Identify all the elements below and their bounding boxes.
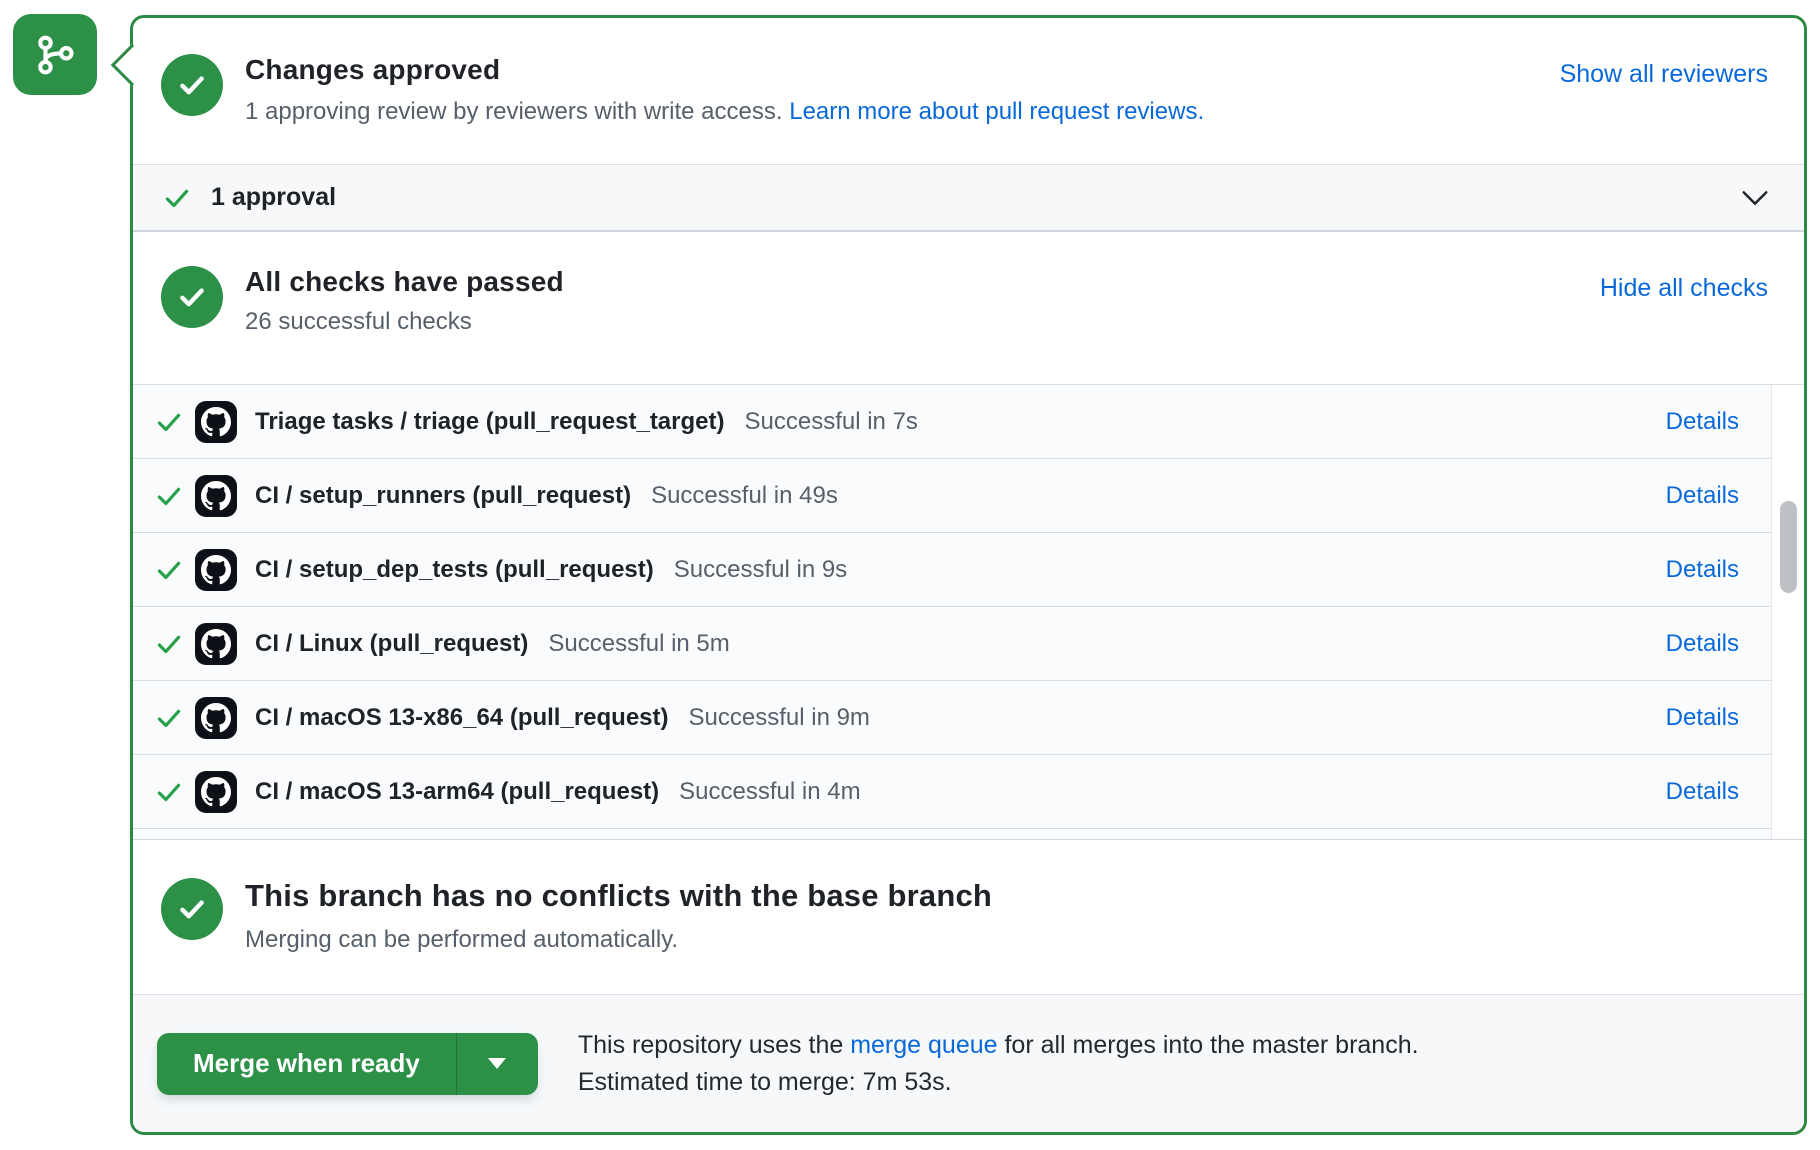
check-row: CI / Linux (pull_request) Successful in … <box>133 607 1771 681</box>
review-status-text: Changes approved 1 approving review by r… <box>245 54 1204 164</box>
check-status: Successful in 9s <box>674 556 847 584</box>
check-circle-icon <box>161 878 223 940</box>
approval-summary-label: 1 approval <box>211 183 336 212</box>
check-row: Triage tasks / triage (pull_request_targ… <box>133 385 1771 459</box>
checks-status-text: All checks have passed 26 successful che… <box>245 266 564 384</box>
check-status: Successful in 5m <box>548 630 729 658</box>
check-icon <box>155 630 185 658</box>
github-actions-avatar <box>195 401 237 443</box>
check-status: Successful in 49s <box>651 482 838 510</box>
checks-scroll-viewport[interactable]: Triage tasks / triage (pull_request_targ… <box>133 385 1772 839</box>
chevron-down-icon[interactable] <box>1740 188 1770 208</box>
details-link[interactable]: Details <box>1666 408 1739 436</box>
conflicts-status-section: This branch has no conflicts with the ba… <box>133 840 1804 994</box>
check-status: Successful in 9m <box>689 704 870 732</box>
checks-status-section: All checks have passed 26 successful che… <box>133 232 1804 384</box>
check-icon <box>155 704 185 732</box>
show-all-reviewers-link[interactable]: Show all reviewers <box>1560 60 1768 89</box>
check-icon <box>155 482 185 510</box>
conflicts-subtitle: Merging can be performed automatically. <box>245 926 992 954</box>
dropdown-caret-icon <box>488 1058 506 1069</box>
check-status: Successful in 7s <box>745 408 918 436</box>
merge-queue-link[interactable]: merge queue <box>850 1031 997 1059</box>
merge-options-dropdown-button[interactable] <box>456 1033 538 1095</box>
check-circle-icon <box>161 54 223 116</box>
merge-status-card: Changes approved 1 approving review by r… <box>130 15 1807 1135</box>
check-icon <box>155 778 185 806</box>
git-branch-icon <box>29 29 81 81</box>
check-icon <box>155 408 185 436</box>
review-description: 1 approving review by reviewers with wri… <box>245 98 1204 126</box>
github-actions-avatar <box>195 771 237 813</box>
check-name: CI / Linux (pull_request) <box>255 630 528 658</box>
check-status: Successful in 4m <box>679 778 860 806</box>
check-name: CI / setup_dep_tests (pull_request) <box>255 556 654 584</box>
conflicts-status-text: This branch has no conflicts with the ba… <box>245 878 992 994</box>
details-link[interactable]: Details <box>1666 630 1739 658</box>
check-row: CI / macOS 13-x86_64 (pull_request) Succ… <box>133 681 1771 755</box>
details-link[interactable]: Details <box>1666 704 1739 732</box>
check-icon <box>163 184 191 212</box>
check-icon <box>155 556 185 584</box>
check-name: Triage tasks / triage (pull_request_targ… <box>255 408 725 436</box>
details-link[interactable]: Details <box>1666 482 1739 510</box>
checks-list: Triage tasks / triage (pull_request_targ… <box>133 384 1804 840</box>
check-name: CI / setup_runners (pull_request) <box>255 482 631 510</box>
details-link[interactable]: Details <box>1666 778 1739 806</box>
approval-summary-bar[interactable]: 1 approval <box>133 164 1804 232</box>
merge-action-bar: Merge when ready This repository uses th… <box>133 994 1804 1132</box>
checks-title: All checks have passed <box>245 266 564 298</box>
check-row: CI / setup_runners (pull_request) Succes… <box>133 459 1771 533</box>
scrollbar-thumb[interactable] <box>1780 501 1797 593</box>
merge-queue-note-line2: Estimated time to merge: 7m 53s. <box>578 1064 1419 1101</box>
github-actions-avatar <box>195 549 237 591</box>
check-row: CI / macOS 13-arm64 (pull_request) Succe… <box>133 755 1771 829</box>
hide-all-checks-link[interactable]: Hide all checks <box>1600 274 1768 303</box>
check-name: CI / macOS 13-arm64 (pull_request) <box>255 778 659 806</box>
checks-subtitle: 26 successful checks <box>245 308 564 336</box>
github-actions-avatar <box>195 697 237 739</box>
review-title: Changes approved <box>245 54 1204 86</box>
merge-queue-note-line1: This repository uses the merge queue for… <box>578 1027 1419 1064</box>
check-name: CI / macOS 13-x86_64 (pull_request) <box>255 704 669 732</box>
pr-timeline-merge-badge <box>13 14 97 95</box>
check-row-partial <box>133 829 1771 839</box>
review-status-section: Changes approved 1 approving review by r… <box>133 18 1804 164</box>
github-actions-avatar <box>195 475 237 517</box>
merge-queue-note: This repository uses the merge queue for… <box>578 1027 1419 1101</box>
merge-when-ready-split-button: Merge when ready <box>157 1033 538 1095</box>
check-circle-icon <box>161 266 223 328</box>
learn-more-link[interactable]: Learn more about pull request reviews. <box>789 98 1204 125</box>
merge-when-ready-button[interactable]: Merge when ready <box>157 1033 456 1095</box>
check-row: CI / setup_dep_tests (pull_request) Succ… <box>133 533 1771 607</box>
details-link[interactable]: Details <box>1666 556 1739 584</box>
github-actions-avatar <box>195 623 237 665</box>
conflicts-title: This branch has no conflicts with the ba… <box>245 878 992 914</box>
